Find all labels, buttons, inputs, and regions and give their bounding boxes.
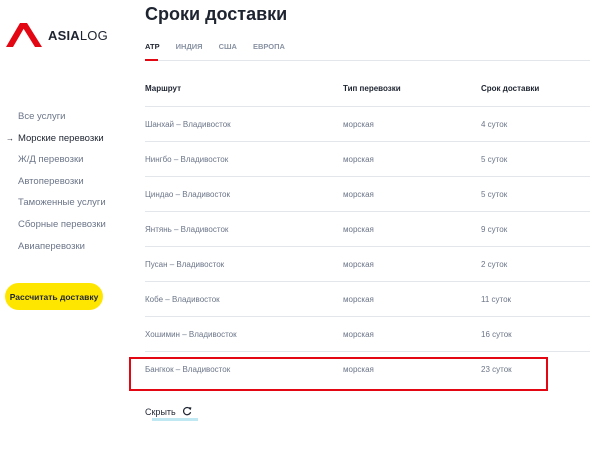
sidebar-item-label: Ж/Д перевозки — [18, 154, 84, 166]
cell-delivery-time: 9 суток — [481, 224, 508, 234]
header-route: Маршрут — [145, 84, 182, 93]
cell-transport-type: морская — [343, 224, 374, 234]
sidebar-item-sea-freight[interactable]: → Морские перевозки — [0, 132, 130, 154]
header-transport-type: Тип перевозки — [343, 84, 401, 93]
table-row: Пусан – Владивосток морская 2 суток — [145, 247, 590, 282]
cell-transport-type: морская — [343, 364, 374, 374]
cell-route: Хошимин – Владивосток — [145, 329, 237, 339]
cell-transport-type: морская — [343, 294, 374, 304]
cell-delivery-time: 4 суток — [481, 119, 508, 129]
table-row: Хошимин – Владивосток морская 16 суток — [145, 317, 590, 352]
delivery-times-table: Маршрут Тип перевозки Срок доставки Шанх… — [145, 71, 590, 386]
table-row: Янтянь – Владивосток морская 9 суток — [145, 212, 590, 247]
sidebar-item-label: Таможенные услуги — [18, 197, 106, 209]
sidebar-item-label: Автоперевозки — [18, 175, 84, 187]
hide-table-link[interactable]: Скрыть — [145, 406, 192, 418]
sidebar-item-air-freight[interactable]: Авиаперевозки — [0, 240, 130, 262]
table-row: Нингбо – Владивосток морская 5 суток — [145, 142, 590, 177]
table-row: Кобе – Владивосток морская 11 суток — [145, 282, 590, 317]
tab-europe[interactable]: ЕВРОПА — [253, 41, 285, 57]
tab-india[interactable]: ИНДИЯ — [176, 41, 203, 57]
sidebar-item-label: Авиаперевозки — [18, 240, 85, 252]
page: ASIALOG Все услуги → Морские перевозки Ж/… — [0, 0, 600, 454]
logo-text-bold: ASIA — [48, 27, 80, 43]
cell-delivery-time: 5 суток — [481, 189, 508, 199]
cell-delivery-time: 23 суток — [481, 364, 512, 374]
logo-text: ASIALOG — [48, 28, 108, 43]
cell-route: Нингбо – Владивосток — [145, 154, 229, 164]
cell-transport-type: морская — [343, 259, 374, 269]
page-title: Сроки доставки — [145, 4, 288, 24]
tab-usa[interactable]: США — [219, 41, 237, 57]
sidebar-nav: Все услуги → Морские перевозки Ж/Д перево… — [0, 110, 130, 261]
logo[interactable]: ASIALOG — [6, 22, 108, 48]
sidebar-item-label: Морские перевозки — [18, 132, 104, 144]
cell-route: Кобе – Владивосток — [145, 294, 220, 304]
hide-link-label: Скрыть — [145, 407, 176, 417]
sidebar-item-customs[interactable]: Таможенные услуги — [0, 196, 130, 218]
cell-transport-type: морская — [343, 154, 374, 164]
cell-delivery-time: 16 суток — [481, 329, 512, 339]
calculate-delivery-button[interactable]: Рассчитать доставку — [5, 283, 103, 310]
arrow-right-icon: → — [6, 133, 14, 143]
cell-transport-type: морская — [343, 189, 374, 199]
sidebar-item-rail-freight[interactable]: Ж/Д перевозки — [0, 153, 130, 175]
cell-route: Циндао – Владивосток — [145, 189, 230, 199]
sidebar-item-label: Все услуги — [18, 111, 66, 122]
sidebar-item-consolidated[interactable]: Сборные перевозки — [0, 218, 130, 240]
header-delivery-time: Срок доставки — [481, 84, 540, 93]
cell-delivery-time: 5 суток — [481, 154, 508, 164]
cell-delivery-time: 11 суток — [481, 294, 512, 304]
refresh-icon — [182, 406, 192, 418]
region-tabs: АТР ИНДИЯ США ЕВРОПА — [145, 41, 301, 57]
logo-text-light: LOG — [79, 27, 108, 43]
cell-route: Шанхай – Владивосток — [145, 119, 231, 129]
table-row: Циндао – Владивосток морская 5 суток — [145, 177, 590, 212]
sidebar-item-all-services[interactable]: Все услуги — [0, 110, 130, 132]
active-tab-indicator — [145, 59, 158, 61]
cell-route: Пусан – Владивосток — [145, 259, 225, 269]
cell-transport-type: морская — [343, 119, 374, 129]
table-row: Бангкок – Владивосток морская 23 суток — [145, 352, 590, 386]
cell-delivery-time: 2 суток — [481, 259, 508, 269]
sidebar-item-road-freight[interactable]: Автоперевозки — [0, 175, 130, 197]
sidebar-item-label: Сборные перевозки — [18, 218, 106, 230]
table-row: Шанхай – Владивосток морская 4 суток — [145, 107, 590, 142]
cell-transport-type: морская — [343, 329, 374, 339]
cell-route: Янтянь – Владивосток — [145, 224, 229, 234]
tab-apac[interactable]: АТР — [145, 41, 160, 57]
hide-link-underline — [152, 418, 198, 421]
asialog-logo-icon — [6, 23, 42, 47]
tabs-divider — [145, 60, 590, 61]
cell-route: Бангкок – Владивосток — [145, 364, 231, 374]
table-header: Маршрут Тип перевозки Срок доставки — [145, 71, 590, 107]
